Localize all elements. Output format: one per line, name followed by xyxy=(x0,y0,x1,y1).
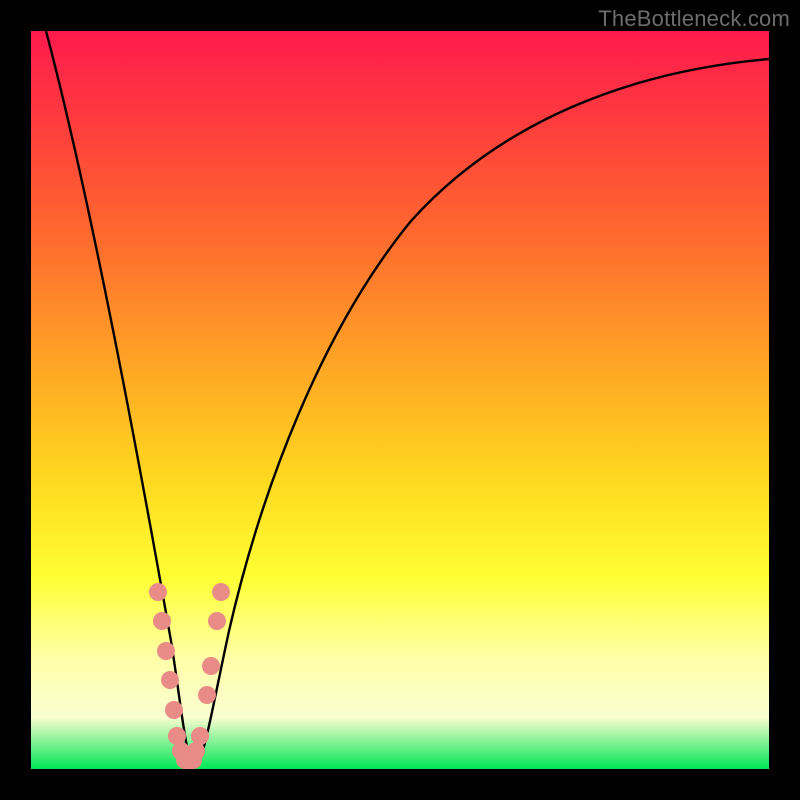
curve-path xyxy=(46,31,769,764)
chart-frame: TheBottleneck.com xyxy=(0,0,800,800)
watermark-text: TheBottleneck.com xyxy=(598,6,790,32)
plot-area xyxy=(31,31,769,769)
sample-dots xyxy=(149,583,230,769)
bottleneck-curve xyxy=(31,31,769,769)
